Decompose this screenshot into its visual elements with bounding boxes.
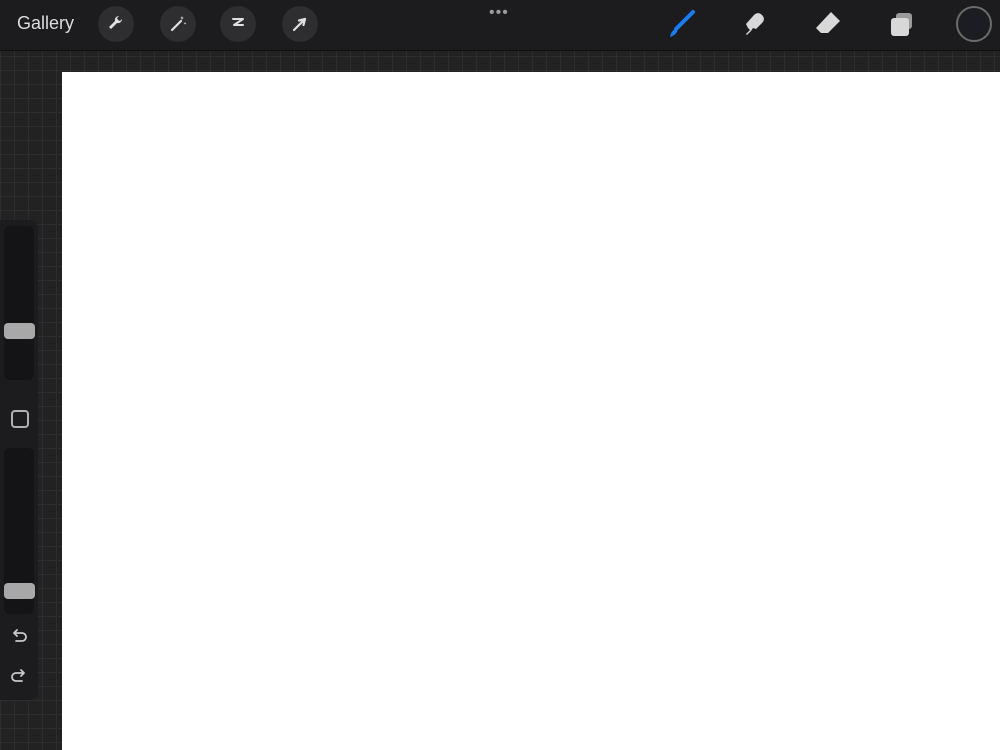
- brush-tool-button[interactable]: [664, 6, 700, 42]
- layers-icon: [891, 13, 912, 36]
- selection-icon: [232, 18, 244, 26]
- actions-button[interactable]: [98, 6, 134, 42]
- opacity-slider-thumb[interactable]: [4, 583, 35, 599]
- transform-arrow-icon: [292, 17, 307, 32]
- brush-size-slider-thumb[interactable]: [4, 322, 35, 339]
- adjustments-button[interactable]: [160, 6, 196, 42]
- top-toolbar: Gallery •••: [0, 0, 1000, 51]
- more-options-handle[interactable]: •••: [489, 4, 509, 22]
- smudge-tool-button[interactable]: [737, 6, 773, 42]
- brush-size-slider[interactable]: [4, 226, 34, 380]
- wrench-icon: [109, 15, 123, 29]
- redo-icon: [11, 669, 25, 682]
- gallery-button[interactable]: Gallery: [17, 13, 74, 34]
- eraser-tool-button[interactable]: [810, 6, 846, 42]
- redo-button[interactable]: [8, 666, 30, 688]
- magic-wand-icon: [170, 16, 187, 32]
- smudge-icon: [746, 13, 764, 35]
- layers-button[interactable]: [883, 6, 919, 42]
- modify-button[interactable]: [11, 410, 29, 428]
- left-sidebar: [0, 220, 38, 700]
- eraser-icon: [816, 12, 840, 33]
- undo-button[interactable]: [8, 626, 30, 648]
- undo-icon: [13, 629, 27, 642]
- brush-icon: [670, 10, 695, 37]
- selection-button[interactable]: [220, 6, 256, 42]
- color-picker-button[interactable]: [956, 6, 992, 42]
- transform-button[interactable]: [282, 6, 318, 42]
- drawing-canvas[interactable]: [62, 72, 1000, 750]
